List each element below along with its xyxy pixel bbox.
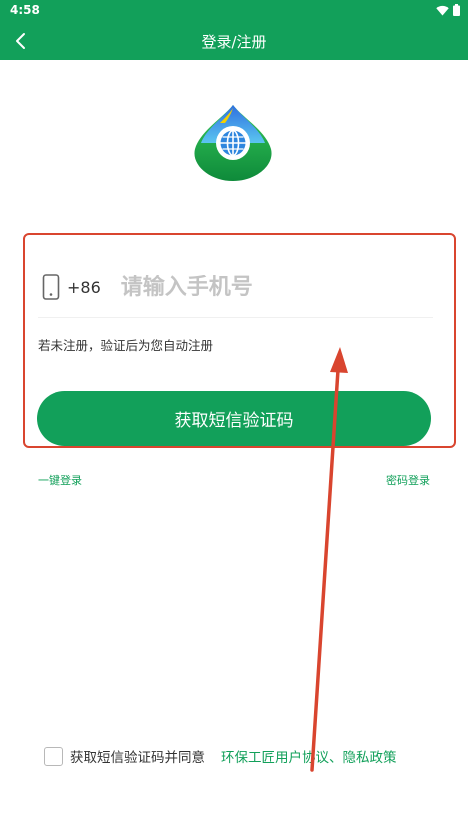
password-login-link[interactable]: 密码登录 — [386, 472, 430, 488]
one-click-login-link[interactable]: 一键登录 — [38, 472, 82, 488]
agreement-text: 获取短信验证码并同意 — [70, 750, 205, 766]
login-screen: 4:58 登录/注册 +86 请输入手机号 若未注册，验证后为您自动注册 获取短… — [0, 0, 468, 833]
annotation-highlight-box — [23, 233, 456, 448]
app-bar: 登录/注册 — [0, 22, 468, 60]
agreement-checkbox[interactable] — [44, 746, 63, 766]
battery-icon — [453, 4, 460, 16]
status-bar: 4:58 — [0, 0, 468, 22]
status-icons — [436, 4, 460, 16]
page-title: 登录/注册 — [201, 33, 267, 51]
wifi-icon — [436, 5, 449, 15]
status-time: 4:58 — [10, 3, 40, 17]
globe-logo-icon — [194, 105, 272, 181]
agreement-row: 获取短信验证码并同意 环保工匠用户协议、隐私政策 — [44, 746, 397, 766]
policy-link[interactable]: 环保工匠用户协议、隐私政策 — [221, 746, 397, 766]
